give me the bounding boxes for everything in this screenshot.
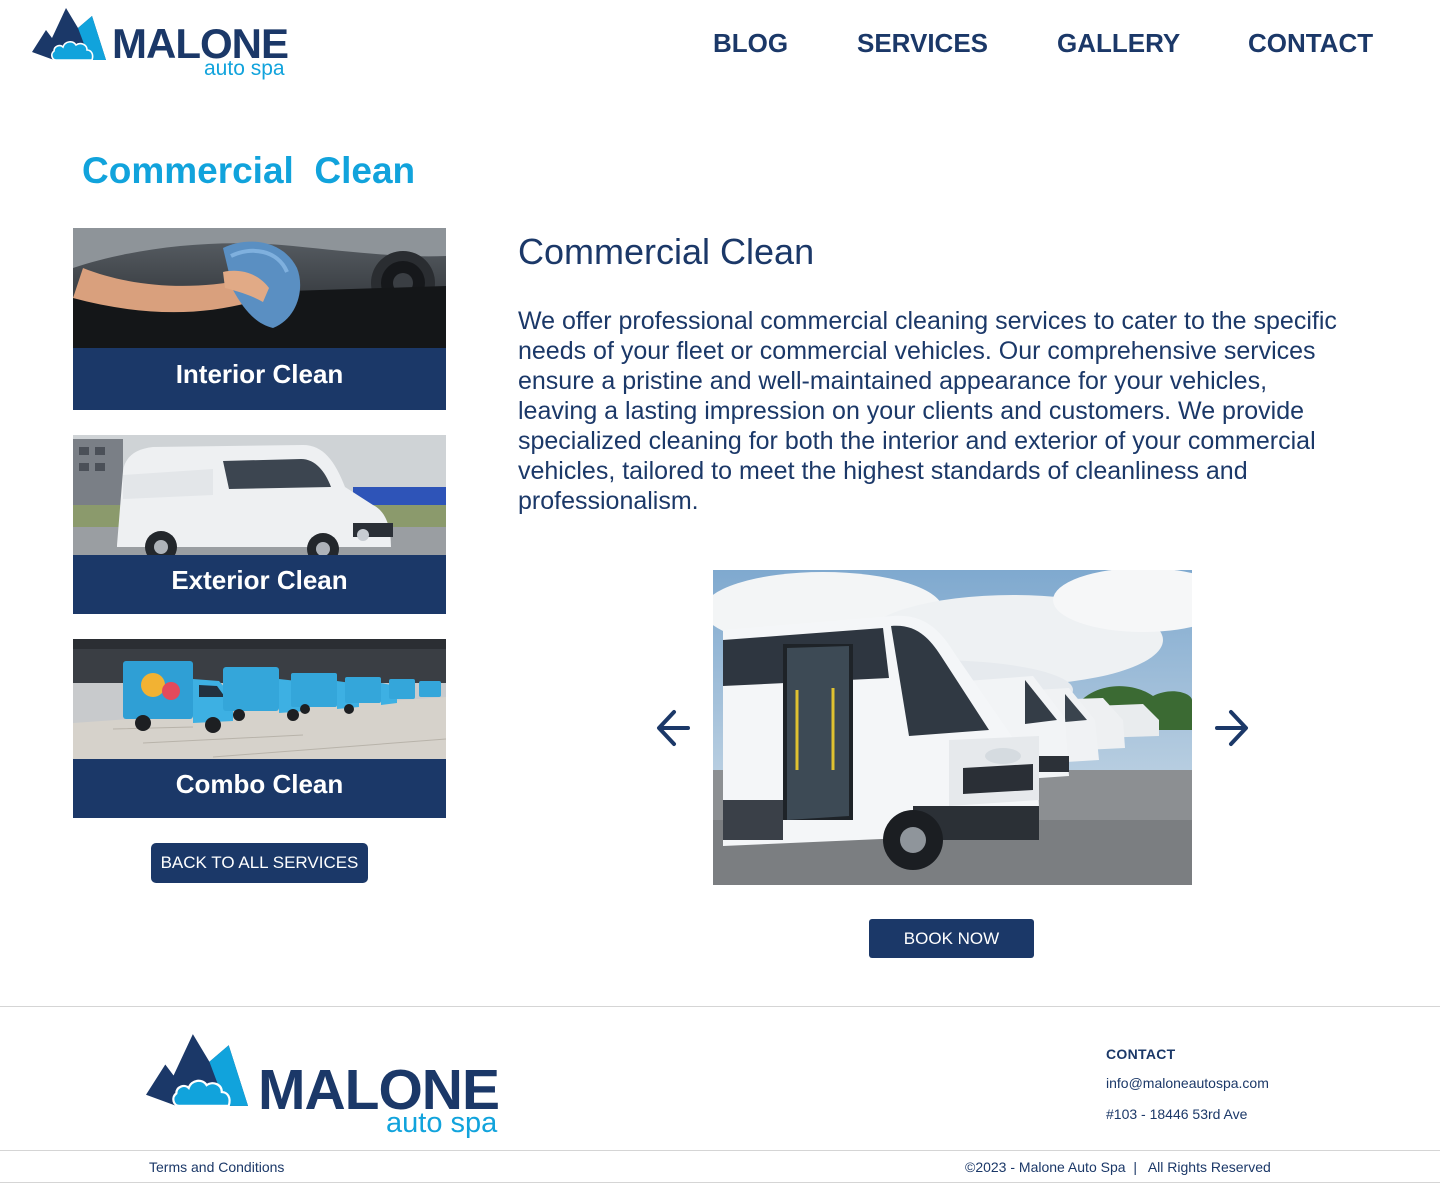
terms-link[interactable]: Terms and Conditions <box>149 1159 284 1175</box>
sidebar-title: Commercial Clean <box>82 150 416 191</box>
service-description: We offer professional commercial cleanin… <box>518 307 1337 515</box>
service-card-combo[interactable]: Combo Clean <box>73 639 446 818</box>
brand-tagline: auto spa <box>386 1107 498 1139</box>
back-to-services-button[interactable]: BACK TO ALL SERVICES <box>151 843 368 883</box>
brand-tagline: auto spa <box>204 57 285 80</box>
nav-gallery[interactable]: GALLERY <box>1057 26 1180 62</box>
footer-divider <box>0 1006 1440 1007</box>
header-logo[interactable]: MALONE auto spa <box>32 6 302 84</box>
exterior-clean-photo <box>73 435 446 555</box>
combo-clean-photo <box>73 639 446 759</box>
slider-prev-button[interactable] <box>654 706 694 750</box>
page-title: Commercial Clean <box>518 231 815 272</box>
mountain-cloud-logo-icon <box>146 1034 248 1107</box>
service-card-label: Exterior Clean <box>73 555 446 614</box>
arrow-left-icon <box>657 710 690 746</box>
book-now-button[interactable]: BOOK NOW <box>869 919 1034 958</box>
minibus-fleet-photo <box>713 570 1192 885</box>
nav-blog[interactable]: BLOG <box>713 26 788 62</box>
nav-services[interactable]: SERVICES <box>857 26 988 62</box>
mountain-cloud-logo-icon <box>32 8 106 61</box>
footer-divider <box>0 1182 1440 1183</box>
footer-address: #103 - 18446 53rd Ave <box>1106 1106 1248 1122</box>
footer-contact-heading: CONTACT <box>1106 1046 1176 1062</box>
arrow-right-icon <box>1215 710 1248 746</box>
copyright-text: ©2023 - Malone Auto Spa | All Rights Res… <box>965 1159 1271 1175</box>
footer-email-link[interactable]: info@maloneautospa.com <box>1106 1075 1269 1091</box>
service-card-exterior[interactable]: Exterior Clean <box>73 435 446 614</box>
nav-contact[interactable]: CONTACT <box>1248 26 1373 62</box>
service-card-label: Combo Clean <box>73 759 446 818</box>
service-card-label: Interior Clean <box>73 348 446 410</box>
footer-divider <box>0 1150 1440 1151</box>
footer-logo[interactable]: MALONE auto spa <box>146 1030 516 1140</box>
service-card-interior[interactable]: Interior Clean <box>73 228 446 410</box>
slider-next-button[interactable] <box>1211 706 1251 750</box>
interior-clean-photo <box>73 228 446 348</box>
